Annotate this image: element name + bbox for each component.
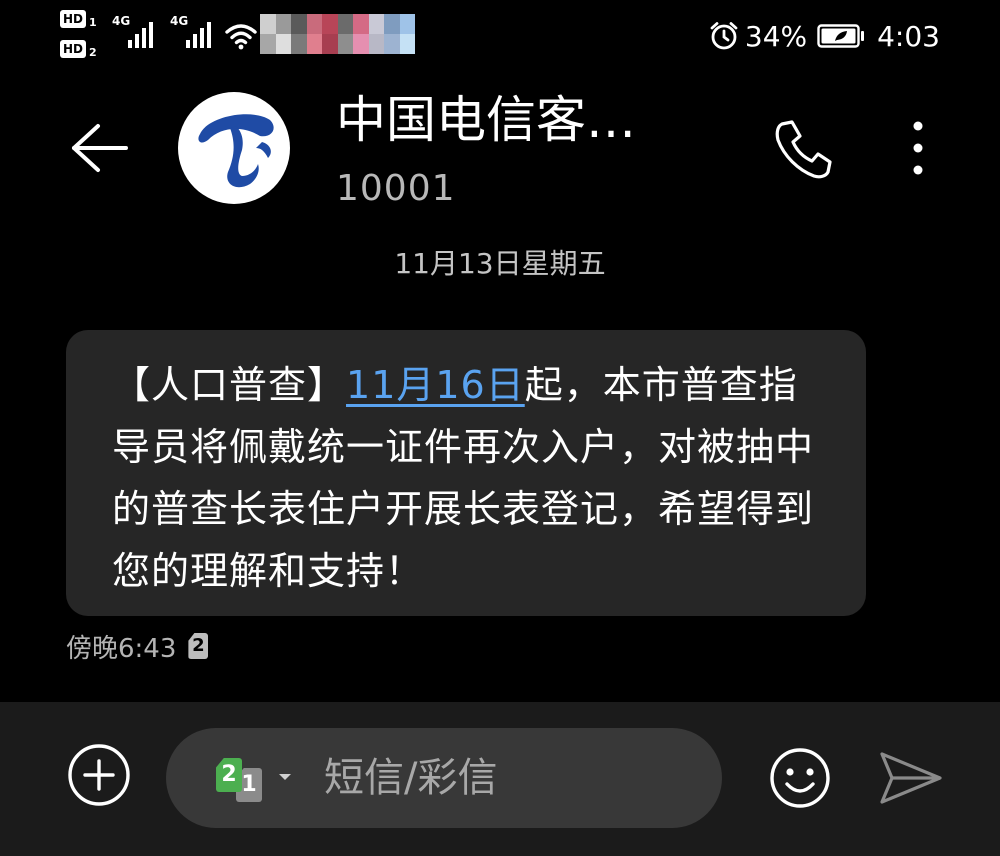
- hd-badge-sim2: HD 2: [60, 40, 104, 62]
- send-button[interactable]: [878, 748, 944, 808]
- add-icon: [68, 744, 130, 806]
- clock: 4:03: [877, 19, 940, 53]
- input-placeholder: 短信/彩信: [324, 755, 498, 801]
- chevron-down-icon: [279, 774, 291, 780]
- message-prefix: 【人口普查】: [112, 363, 347, 407]
- message-text: 【人口普查】11月16日起，本市普查指导员将佩戴统一证件再次入户，对被抽中的普查…: [112, 354, 826, 602]
- signal-sim1: 4G: [112, 14, 162, 50]
- battery-icon: [817, 24, 865, 48]
- more-vertical-icon: [913, 121, 923, 175]
- message-bubble[interactable]: 【人口普查】11月16日起，本市普查指导员将佩戴统一证件再次入户，对被抽中的普查…: [66, 330, 866, 616]
- wifi-icon: [225, 24, 257, 50]
- date-divider: 11月13日星期五: [394, 247, 606, 280]
- sim-slot-label: 2: [89, 46, 97, 59]
- hd-badge-sim1: HD 1: [60, 10, 104, 32]
- redacted-notification-icons: [260, 14, 415, 54]
- emoji-icon: [770, 748, 830, 808]
- call-button[interactable]: [768, 114, 838, 184]
- status-bar: HD 1 HD 2 4G 4G 34% 4:03: [0, 0, 1000, 70]
- signal-sim2: 4G: [170, 14, 220, 50]
- hd-label: HD: [60, 10, 86, 28]
- message-time: 傍晚6:43: [66, 633, 177, 664]
- back-arrow-icon: [72, 124, 128, 172]
- message-meta: 傍晚6:43 2: [66, 626, 209, 666]
- status-right: 34% 4:03: [709, 16, 940, 56]
- back-button[interactable]: [62, 112, 134, 184]
- contact-number: 10001: [336, 168, 456, 209]
- emoji-button[interactable]: [768, 746, 832, 810]
- signal-icon: [128, 22, 153, 48]
- sim-slot-label: 1: [89, 16, 97, 29]
- more-options-button[interactable]: [896, 114, 940, 184]
- add-attachment-button[interactable]: [66, 742, 132, 808]
- contact-avatar[interactable]: [178, 92, 290, 204]
- message-input[interactable]: 1 2 短信/彩信: [166, 728, 722, 828]
- send-icon: [880, 752, 942, 804]
- signal-icon: [186, 22, 211, 48]
- alarm-icon: [710, 22, 738, 50]
- sim-card-icon: 2: [188, 633, 209, 659]
- hd-label: HD: [60, 40, 86, 58]
- sim-switch-button[interactable]: 1 2: [212, 754, 302, 804]
- sim-indicators: HD 1 HD 2: [60, 10, 104, 62]
- battery-percent: 34%: [744, 19, 808, 53]
- phone-icon: [775, 120, 832, 179]
- china-telecom-logo: [198, 114, 274, 188]
- date-link[interactable]: 11月16日: [346, 363, 525, 407]
- contact-name[interactable]: 中国电信客…: [336, 88, 636, 152]
- sim-card-icon: 2: [216, 758, 242, 792]
